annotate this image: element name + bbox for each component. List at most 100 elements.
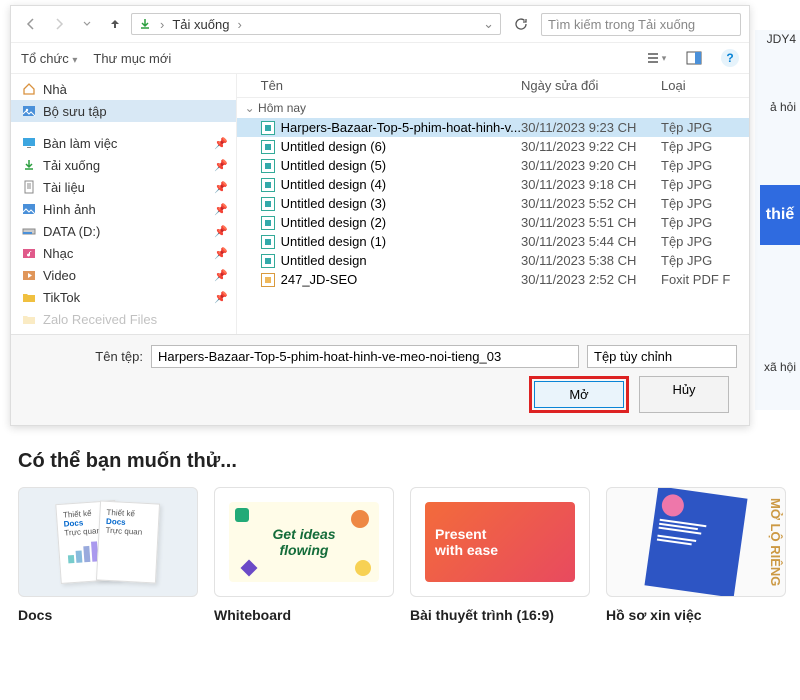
template-card-whiteboard[interactable]: Get ideasflowing Whiteboard [214,487,394,623]
file-name: Untitled design (4) [281,177,387,192]
file-name: Untitled design (6) [281,139,387,154]
pin-icon: 📌 [214,203,228,216]
file-name: Untitled design (2) [281,215,387,230]
sidebar-item-desktop[interactable]: Bàn làm việc📌 [11,132,236,154]
open-button[interactable]: Mở [534,381,624,408]
file-date: 30/11/2023 5:52 CH [521,196,661,211]
file-name: Untitled design [281,253,367,268]
file-icon [261,273,275,287]
file-row[interactable]: Untitled design (3) 30/11/2023 5:52 CHTệp… [237,194,749,213]
up-button[interactable] [103,12,127,36]
file-icon [261,178,275,192]
template-card-docs[interactable]: Thiết kế Docs Trực quan Thiết kế Docs Tr… [18,487,198,623]
file-icon [261,140,275,154]
template-card-presentation[interactable]: Present with ease Bài thuyết trình (16:9… [410,487,590,623]
col-date[interactable]: Ngày sửa đổi [521,78,661,93]
help-button[interactable]: ? [721,49,739,67]
sidebar-item-documents[interactable]: Tài liệu📌 [11,176,236,198]
filename-label: Tên tệp: [23,349,143,364]
file-type: Tệp JPG [661,253,741,268]
sidebar-item-video[interactable]: Video📌 [11,264,236,286]
back-button[interactable] [19,12,43,36]
card-label: Bài thuyết trình (16:9) [410,607,590,623]
file-name: Harpers-Bazaar-Top-5-phim-hoat-hinh-v... [281,120,521,135]
recent-dropdown[interactable] [75,12,99,36]
preview-pane-button[interactable] [683,47,705,69]
file-date: 30/11/2023 9:18 CH [521,177,661,192]
file-date: 30/11/2023 9:20 CH [521,158,661,173]
file-type: Tệp JPG [661,196,741,211]
forward-button[interactable] [47,12,71,36]
sidebar-item-zalo[interactable]: Zalo Received Files [11,308,236,330]
file-row[interactable]: Untitled design (1)30/11/2023 5:44 CHTệp… [237,232,749,251]
refresh-button[interactable] [509,12,533,36]
suggestions-section: Có thể bạn muốn thử... Thiết kế Docs Trự… [18,450,790,623]
cancel-button[interactable]: Hủy [639,376,729,413]
file-icon [261,197,275,211]
sidebar-item-downloads[interactable]: Tải xuống📌 [11,154,236,176]
file-row[interactable]: Untitled design (4) 30/11/2023 9:18 CHTệp… [237,175,749,194]
file-row[interactable]: Untitled design 30/11/2023 5:38 CHTệp JPG [237,251,749,270]
file-date: 30/11/2023 2:52 CH [521,272,661,287]
suggestions-title: Có thể bạn muốn thử... [18,450,790,473]
sidebar-item-home[interactable]: Nhà [11,78,236,100]
card-label: Docs [18,607,198,623]
card-label: Hồ sơ xin việc [606,607,786,623]
thumb-presentation: Present with ease [410,487,590,597]
pin-icon: 📌 [214,225,228,238]
pin-icon: 📌 [214,247,228,260]
sidebar: Nhà Bộ sưu tập Bàn làm việc📌 Tải xuống📌 … [11,74,237,334]
pin-icon: 📌 [214,137,228,150]
sidebar-item-music[interactable]: Nhạc📌 [11,242,236,264]
bg-text: ả hỏi [770,100,796,114]
folder-icon [21,289,37,305]
thumb-whiteboard: Get ideasflowing [214,487,394,597]
file-row[interactable]: 247_JD-SEO30/11/2023 2:52 CHFoxit PDF F [237,270,749,289]
file-date: 30/11/2023 9:23 CH [521,120,661,135]
sidebar-item-pictures[interactable]: Hình ảnh📌 [11,198,236,220]
path-segment[interactable]: Tải xuống [172,17,229,32]
filename-input[interactable] [151,345,579,368]
file-type: Tệp JPG [661,177,741,192]
file-type: Foxit PDF F [661,272,741,287]
sidebar-item-data[interactable]: DATA (D:)📌 [11,220,236,242]
col-name[interactable]: Tên [245,78,521,93]
file-row[interactable]: Harpers-Bazaar-Top-5-phim-hoat-hinh-v...… [237,118,749,137]
path-dropdown-icon[interactable]: ⌄ [483,16,494,32]
file-name: Untitled design (3) [281,196,387,211]
pin-icon: 📌 [214,291,228,304]
file-date: 30/11/2023 9:22 CH [521,139,661,154]
drive-icon [21,223,37,239]
sidebar-item-tiktok[interactable]: TikTok📌 [11,286,236,308]
file-row[interactable]: Untitled design (6)30/11/2023 9:22 CHTệp… [237,137,749,156]
view-menu[interactable]: ▾ [645,47,667,69]
bg-text: JDY4 [767,32,796,46]
filetype-filter[interactable] [587,345,737,368]
bg-text: xã hội [764,360,796,374]
file-row[interactable]: Untitled design (5) 30/11/2023 9:20 CHTệp… [237,156,749,175]
file-date: 30/11/2023 5:51 CH [521,215,661,230]
file-row[interactable]: Untitled design (2) 30/11/2023 5:51 CHTệp… [237,213,749,232]
organize-menu[interactable]: Tổ chức ▾ [21,51,77,66]
group-today[interactable]: ⌄ Hôm nay [237,98,749,118]
sidebar-item-collection[interactable]: Bộ sưu tập [11,100,236,122]
search-input[interactable]: Tìm kiếm trong Tải xuống [541,13,741,36]
dialog-footer: Tên tệp: Mở Hủy [11,334,749,425]
pin-icon: 📌 [214,159,228,172]
file-date: 30/11/2023 5:38 CH [521,253,661,268]
file-type: Tệp JPG [661,158,741,173]
file-icon [261,159,275,173]
file-name: Untitled design (5) [281,158,387,173]
file-type: Tệp JPG [661,120,741,135]
newfolder-button[interactable]: Thư mục mới [93,51,171,66]
download-icon [21,157,37,173]
col-type[interactable]: Loại [661,78,741,93]
annotation-highlight: Mở [529,376,629,413]
toolbar: Tổ chức ▾ Thư mục mới ▾ ? [11,43,749,74]
file-icon [261,235,275,249]
template-card-resume[interactable]: MỞ LỘ RIÊNG Hồ sơ xin việc [606,487,786,623]
download-icon [138,17,152,31]
path-box[interactable]: › Tải xuống › ⌄ [131,13,501,35]
file-type: Tệp JPG [661,215,741,230]
folder-icon [21,311,37,327]
